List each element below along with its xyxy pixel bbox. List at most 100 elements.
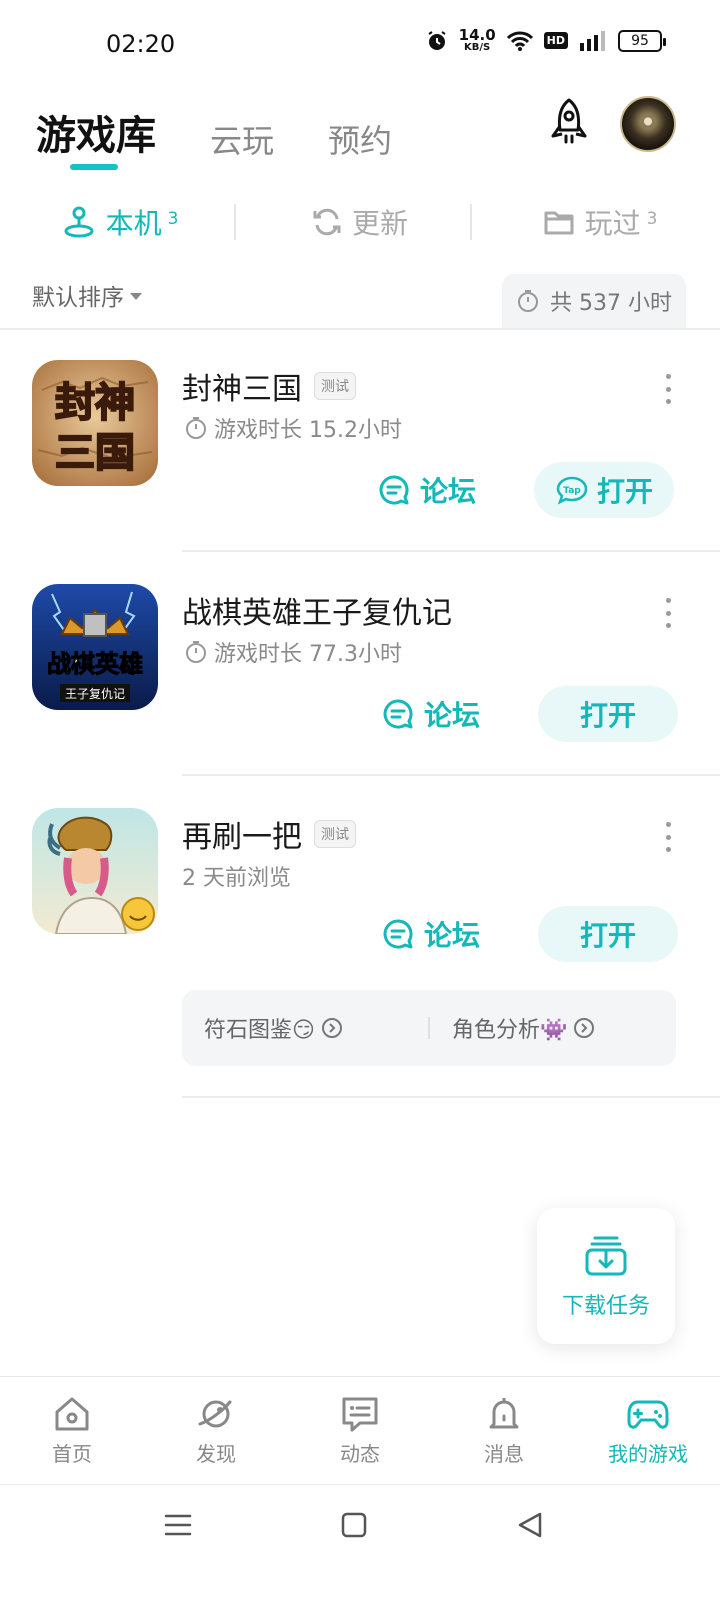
back-icon[interactable]: [516, 1511, 544, 1539]
menu-icon[interactable]: [164, 1511, 192, 1539]
tab-cloud-play[interactable]: 云玩: [210, 122, 274, 160]
joystick-icon: [64, 206, 94, 238]
tab-active-indicator: [70, 164, 118, 170]
game-icon-text: 封神: [55, 380, 135, 426]
user-avatar[interactable]: [620, 96, 676, 152]
planet-icon: [198, 1400, 232, 1428]
nav-label: 首页: [52, 1442, 92, 1466]
more-options-button[interactable]: [660, 598, 676, 628]
top-tabs: 游戏库 云玩 预约: [36, 100, 392, 160]
beta-tag: 测试: [314, 372, 356, 400]
game-icon[interactable]: [32, 808, 158, 934]
battery-indicator: 95: [618, 29, 666, 52]
forum-label: 论坛: [424, 919, 481, 952]
subtab-divider: [234, 204, 236, 240]
download-tray-icon: [585, 1236, 627, 1276]
forum-button[interactable]: 论坛: [378, 462, 498, 518]
chevron-right-circle-icon: [574, 1018, 595, 1038]
open-label: 打开: [579, 699, 636, 732]
game-icon[interactable]: 封神 三国: [32, 360, 158, 486]
status-time: 02:20: [106, 30, 176, 58]
chevron-right-circle-icon: [321, 1018, 342, 1038]
nav-label: 我的游戏: [608, 1442, 688, 1466]
bottom-nav: 首页 发现 动态 消息 我的游戏: [0, 1376, 720, 1484]
forum-label: 论坛: [420, 475, 477, 508]
nav-label: 发现: [196, 1442, 236, 1466]
sort-label: 默认排序: [32, 285, 124, 311]
subtab-update[interactable]: 更新: [240, 196, 480, 248]
caret-down-icon: [130, 292, 142, 300]
quick-link-rune-guide[interactable]: 符石图鉴😏: [182, 1012, 428, 1044]
game-meta-text: 游戏时长 15.2小时: [214, 418, 402, 443]
game-title[interactable]: 封神三国 测试: [182, 364, 356, 408]
game-meta: 游戏时长 15.2小时: [184, 412, 402, 444]
total-playtime-text: 共 537 小时: [550, 291, 672, 316]
open-button[interactable]: 打开: [538, 906, 678, 962]
game-meta: 2 天前浏览: [182, 860, 291, 892]
nav-feed[interactable]: 动态: [288, 1377, 432, 1484]
svg-text:Tap: Tap: [563, 486, 581, 496]
status-icons: 14.0 KB/S HD 95: [425, 26, 666, 53]
home-square-icon[interactable]: [340, 1511, 368, 1539]
game-meta-text: 游戏时长 77.3小时: [214, 642, 402, 667]
refresh-icon: [313, 208, 341, 236]
subtab-local[interactable]: 本机 3: [0, 196, 240, 248]
system-navigation-bar: [0, 1484, 720, 1600]
quick-link-character-analysis[interactable]: 角色分析👾: [430, 1012, 676, 1044]
open-button[interactable]: Tap 打开: [534, 462, 674, 518]
divider: [182, 1096, 720, 1098]
game-icon-text: 三国: [55, 430, 135, 476]
hd-badge: HD: [543, 32, 568, 49]
timer-icon: [186, 417, 206, 439]
nav-messages[interactable]: 消息: [432, 1377, 576, 1484]
game-icon[interactable]: 战棋英雄 王子复仇记: [32, 584, 158, 710]
subtab-local-count: 3: [167, 209, 179, 229]
game-title-text: 封神三国: [182, 372, 302, 407]
game-icon-text: 王子复仇记: [65, 687, 125, 701]
more-options-button[interactable]: [660, 374, 676, 404]
quick-link-label: 符石图鉴😏: [204, 1018, 315, 1043]
wifi-icon: [506, 31, 533, 51]
rocket-button[interactable]: [542, 96, 596, 150]
subtab-divider: [470, 204, 472, 240]
game-title[interactable]: 再刷一把 测试: [182, 812, 356, 856]
nav-label: 动态: [340, 1442, 380, 1466]
rocket-icon: [551, 98, 587, 144]
quick-link-label: 角色分析👾: [452, 1018, 568, 1043]
subtab-played-label: 玩过: [584, 207, 641, 240]
open-label: 打开: [579, 919, 636, 952]
forum-icon: [383, 919, 413, 949]
download-tasks-button[interactable]: 下载任务: [537, 1208, 675, 1344]
game-title-text: 战棋英雄王子复仇记: [182, 596, 452, 631]
tab-reservations[interactable]: 预约: [328, 122, 392, 160]
open-label: 打开: [596, 475, 653, 508]
nav-home[interactable]: 首页: [0, 1377, 144, 1484]
total-playtime-chip: 共 537 小时: [502, 274, 686, 328]
game-title[interactable]: 战棋英雄王子复仇记: [182, 588, 452, 632]
net-speed: 14.0 KB/S: [458, 26, 496, 53]
tab-game-library[interactable]: 游戏库: [36, 112, 156, 160]
game-meta: 游戏时长 77.3小时: [184, 636, 402, 668]
divider: [182, 774, 720, 776]
sort-dropdown[interactable]: 默认排序: [32, 278, 142, 312]
forum-button[interactable]: 论坛: [382, 906, 502, 962]
subtab-played-count: 3: [646, 209, 658, 229]
more-options-button[interactable]: [660, 822, 676, 852]
open-button[interactable]: 打开: [538, 686, 678, 742]
download-tasks-label: 下载任务: [561, 1294, 650, 1319]
forum-button[interactable]: 论坛: [382, 686, 502, 742]
subtab-played[interactable]: 玩过 3: [480, 196, 720, 248]
subtab-local-label: 本机: [105, 207, 162, 240]
nav-my-games[interactable]: 我的游戏: [576, 1377, 720, 1484]
alarm-icon: [428, 30, 446, 50]
signal-icon: [580, 30, 605, 51]
divider: [0, 328, 720, 330]
forum-icon: [383, 699, 413, 729]
bell-icon: [489, 1398, 519, 1429]
gamepad-icon: [627, 1400, 669, 1429]
nav-discover[interactable]: 发现: [144, 1377, 288, 1484]
beta-tag: 测试: [314, 820, 356, 848]
status-bar: 02:20 14.0 KB/S HD 95: [0, 0, 720, 90]
folder-icon: [544, 211, 574, 235]
timer-icon: [186, 641, 206, 663]
